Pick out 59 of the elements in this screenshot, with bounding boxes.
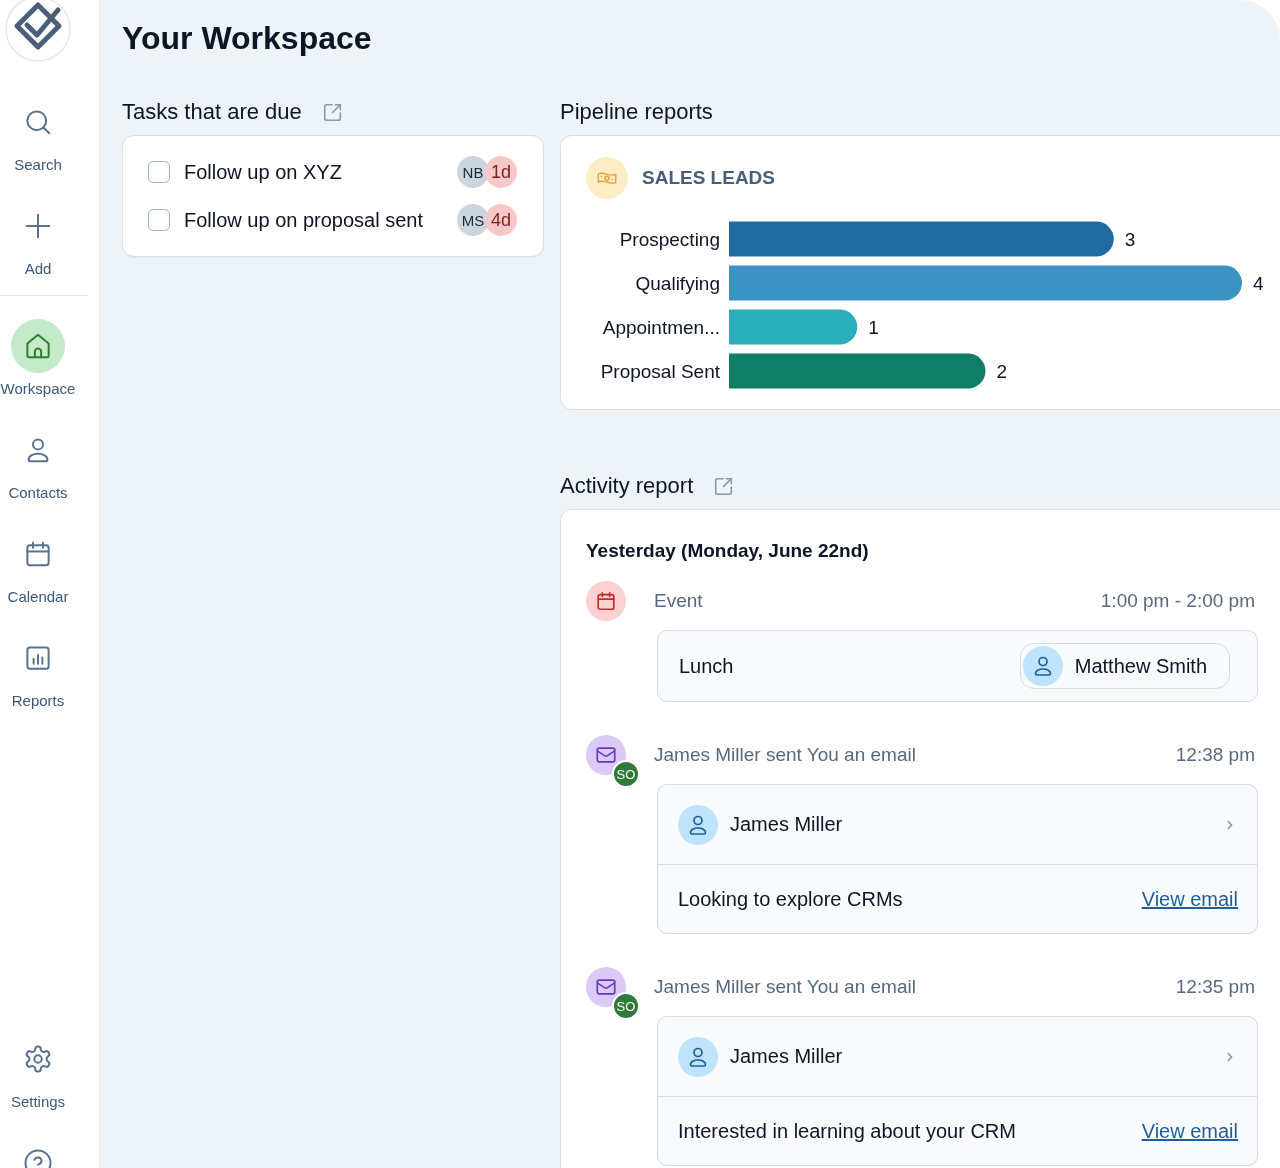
email-preview: Looking to explore CRMs xyxy=(678,887,903,911)
view-email-link[interactable]: View email xyxy=(1141,1119,1238,1143)
house-icon xyxy=(11,319,65,373)
plus-icon xyxy=(23,211,53,241)
sidebar-nav-item[interactable]: Settings xyxy=(0,1032,76,1112)
bar-chart-icon xyxy=(23,643,53,673)
section-title: Activity report xyxy=(560,472,694,500)
value-label: 1 xyxy=(868,316,879,338)
section-title: Tasks that are due xyxy=(122,98,302,126)
contact-name: James Miller xyxy=(730,813,843,836)
entry-title: James Miller sent You an email xyxy=(654,976,916,998)
assignee-avatar: NB xyxy=(457,156,489,188)
assignee-avatar: MS xyxy=(457,204,489,236)
checkbox[interactable] xyxy=(148,161,170,183)
calendar-icon xyxy=(586,581,626,621)
checkbox[interactable] xyxy=(148,209,170,231)
page-title: Your Workspace xyxy=(122,19,372,58)
attendee-chip[interactable]: Matthew Smith xyxy=(1019,643,1230,689)
chart-title: SALES LEADS xyxy=(642,167,776,189)
email-preview: Interested in learning about your CRM xyxy=(678,1119,1016,1143)
event-subject: Lunch xyxy=(679,654,734,678)
external-link-icon[interactable] xyxy=(321,101,344,123)
person-icon xyxy=(678,804,718,845)
gear-icon xyxy=(23,1044,53,1074)
sidebar-nav-item[interactable]: Add xyxy=(0,199,76,279)
entry-time: 12:38 pm xyxy=(1175,744,1255,766)
task-label: Follow up on proposal sent xyxy=(184,208,424,233)
value-label: 4 xyxy=(1253,272,1264,294)
person-icon xyxy=(678,1036,718,1077)
sidebar-nav-item[interactable]: Reports xyxy=(0,631,76,711)
bar-label: Proposal Sent xyxy=(600,360,720,382)
sidebar-nav-item[interactable]: Search xyxy=(0,95,76,175)
task-label: Follow up on XYZ xyxy=(184,160,342,185)
view-email-link[interactable]: View email xyxy=(1141,887,1238,911)
entry-title: Event xyxy=(654,590,703,612)
person-icon xyxy=(1022,646,1063,686)
value-label: 2 xyxy=(996,360,1008,382)
sidebar-nav-item[interactable]: Calendar xyxy=(0,527,76,607)
initials-badge: SO xyxy=(612,760,640,788)
banknote-icon xyxy=(586,157,628,199)
contact-name: James Miller xyxy=(730,1045,843,1068)
calendar-icon xyxy=(23,539,53,569)
initials-badge: SO xyxy=(612,992,640,1020)
entry-time: 1:00 pm - 2:00 pm xyxy=(1100,590,1255,612)
help-icon[interactable] xyxy=(23,1148,53,1168)
bar-label: Prospecting xyxy=(619,228,720,250)
entry-title: James Miller sent You an email xyxy=(654,744,916,766)
section-title: Pipeline reports xyxy=(560,98,713,126)
value-label: 3 xyxy=(1124,228,1136,250)
sidebar-nav-item[interactable]: Workspace xyxy=(0,319,76,399)
bar-label: Appointmen... xyxy=(602,316,720,338)
search-icon xyxy=(23,107,53,137)
due-badge: 4d xyxy=(485,204,517,236)
logo-icon[interactable] xyxy=(5,0,71,62)
due-badge: 1d xyxy=(485,156,517,188)
entry-time: 12:35 pm xyxy=(1175,976,1255,998)
date-heading: Yesterday (Monday, June 22nd) xyxy=(586,539,870,563)
bar-label: Qualifying xyxy=(635,272,720,294)
sidebar-nav-item[interactable]: Contacts xyxy=(0,423,76,503)
